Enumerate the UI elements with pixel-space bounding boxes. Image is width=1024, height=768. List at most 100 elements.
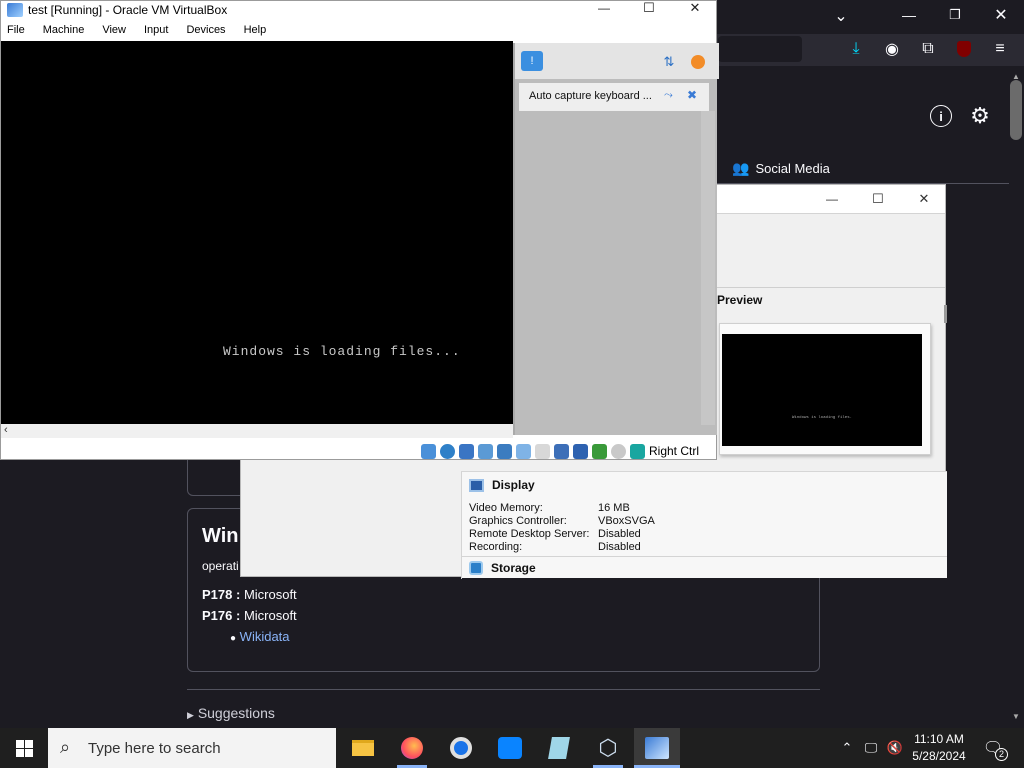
speaker-muted-icon: 🔇: [886, 740, 904, 755]
property-p178: P178 : Microsoft: [202, 587, 297, 602]
floppy-icon[interactable]: [459, 443, 474, 459]
account-icon: ◉: [885, 41, 899, 58]
taskbar-vm-window[interactable]: [634, 728, 680, 768]
host-key-icon[interactable]: [630, 443, 645, 459]
manager-close-button[interactable]: ✕: [913, 189, 935, 209]
taskbar-virtualbox-manager[interactable]: ⬡: [585, 728, 631, 768]
property-key: P178 :: [202, 587, 241, 602]
downloads-button[interactable]: ⤓: [846, 38, 866, 60]
preview-section-header: Preview: [717, 293, 762, 307]
manager-minimize-button[interactable]: —: [821, 189, 843, 209]
close-icon: ✕: [918, 191, 930, 206]
menu-file[interactable]: File: [7, 24, 25, 36]
preview-screen-text: Windows is loading files.: [791, 416, 852, 420]
video-memory-key: Video Memory:: [469, 502, 543, 514]
preview-screen: Windows is loading files.: [722, 334, 922, 446]
maximize-icon: ☐: [643, 0, 655, 15]
display-label: Display: [492, 478, 535, 492]
network-tray-button[interactable]: 🖵: [861, 738, 881, 758]
divider: [461, 556, 947, 557]
notification-scrollbar[interactable]: [701, 111, 715, 425]
vm-display[interactable]: Windows is loading files...: [1, 41, 513, 424]
taskbar-search-box[interactable]: ⌕ Type here to search: [48, 728, 336, 768]
info-button[interactable]: i: [930, 105, 952, 127]
show-hidden-icons-button[interactable]: ⌃: [838, 738, 856, 758]
notification-text: Auto capture keyboard ...: [529, 90, 652, 102]
card-subtitle: operati: [202, 559, 239, 573]
info-icon: i: [939, 108, 943, 124]
taskbar-notepad[interactable]: [536, 728, 582, 768]
wikidata-link[interactable]: Wikidata: [240, 629, 290, 644]
triangle-right-icon: ▶: [187, 710, 194, 720]
ublock-button[interactable]: [954, 38, 974, 60]
menu-button[interactable]: ≡: [990, 38, 1010, 60]
restore-button[interactable]: ❐: [944, 4, 966, 26]
taskbar-app-store[interactable]: [487, 728, 533, 768]
storage-icon: [469, 561, 483, 575]
wikidata-list-item: ● Wikidata: [230, 629, 290, 644]
volume-tray-button[interactable]: 🔇: [884, 738, 906, 758]
clock-button[interactable]: 11:10 AM 5/28/2024: [908, 731, 970, 765]
network-icon[interactable]: [497, 443, 512, 459]
mouse-integration-icon[interactable]: [611, 443, 626, 459]
divider: [187, 689, 820, 690]
taskbar-firefox[interactable]: [389, 728, 435, 768]
audio-icon[interactable]: [478, 443, 493, 459]
menu-view[interactable]: View: [102, 24, 126, 36]
list-all-tabs-button[interactable]: ⌄: [830, 6, 852, 26]
recording-value: Disabled: [598, 541, 641, 553]
vm-maximize-button[interactable]: ☐: [638, 0, 660, 15]
display-icon[interactable]: [554, 443, 569, 459]
suggestions-toggle[interactable]: ▶ Suggestions: [187, 705, 275, 721]
action-center-button[interactable]: 🗨 2: [978, 734, 1008, 762]
shared-folders-icon[interactable]: [535, 443, 550, 459]
social-media-tab[interactable]: 👥 Social Media: [732, 160, 830, 177]
graphics-controller-value: VBoxSVGA: [598, 515, 655, 527]
minimize-button[interactable]: —: [898, 4, 920, 26]
minimize-icon: —: [826, 192, 838, 206]
start-button[interactable]: [0, 728, 48, 768]
url-bar[interactable]: [718, 36, 802, 62]
manager-scroll-thumb[interactable]: [944, 305, 947, 323]
account-button[interactable]: ◉: [882, 38, 902, 60]
firefox-icon: [401, 737, 423, 759]
close-button[interactable]: ✕: [990, 4, 1012, 26]
scroll-down-icon[interactable]: ▼: [1010, 712, 1022, 722]
scroll-left-icon[interactable]: ‹: [4, 424, 8, 436]
taskbar-chrome[interactable]: [438, 728, 484, 768]
storage-section-header[interactable]: Storage: [469, 561, 536, 575]
taskbar-file-explorer[interactable]: [340, 728, 386, 768]
disable-notification-icon[interactable]: ⤳: [664, 89, 673, 102]
vm-minimize-button[interactable]: —: [593, 1, 615, 15]
hard-disk-icon[interactable]: [421, 443, 436, 459]
menu-devices[interactable]: Devices: [186, 24, 225, 36]
people-icon: 👥: [732, 160, 750, 176]
extensions-button[interactable]: ⧉: [918, 38, 938, 60]
usb-icon[interactable]: [516, 443, 531, 459]
notification-center: ! ⇅ Auto capture keyboard ... ⤳ ✖: [513, 43, 719, 435]
vm-close-button[interactable]: ✕: [684, 0, 706, 15]
scroll-thumb[interactable]: [1010, 80, 1022, 140]
sort-notifications-button[interactable]: ⇅: [660, 53, 678, 71]
recording-icon[interactable]: [573, 443, 588, 459]
menu-help[interactable]: Help: [244, 24, 267, 36]
vm-horizontal-scrollbar[interactable]: ‹: [1, 424, 513, 438]
menu-machine[interactable]: Machine: [43, 24, 85, 36]
sort-icon: ⇅: [663, 54, 675, 69]
taskbar: ⌕ Type here to search ⬡ ⌃ 🖵 🔇 11:10 AM 5…: [0, 728, 1024, 768]
bulb-icon: [691, 55, 705, 69]
bullet-icon: ●: [230, 633, 237, 644]
display-section-header[interactable]: Display: [469, 478, 535, 492]
gear-icon: ⚙: [970, 103, 990, 128]
optical-drive-icon[interactable]: [440, 443, 455, 459]
page-scrollbar[interactable]: ▲ ▼: [1009, 66, 1024, 728]
property-key: P176 :: [202, 608, 241, 623]
settings-button[interactable]: ⚙: [968, 103, 992, 128]
keep-notifications-button[interactable]: [689, 53, 707, 71]
manager-maximize-button[interactable]: ☐: [867, 189, 889, 209]
notification-toggle-button[interactable]: !: [521, 51, 543, 71]
cpu-icon[interactable]: [592, 443, 607, 459]
dismiss-notification-icon[interactable]: ✖: [687, 88, 697, 102]
menu-input[interactable]: Input: [144, 24, 168, 36]
property-p176: P176 : Microsoft: [202, 608, 297, 623]
